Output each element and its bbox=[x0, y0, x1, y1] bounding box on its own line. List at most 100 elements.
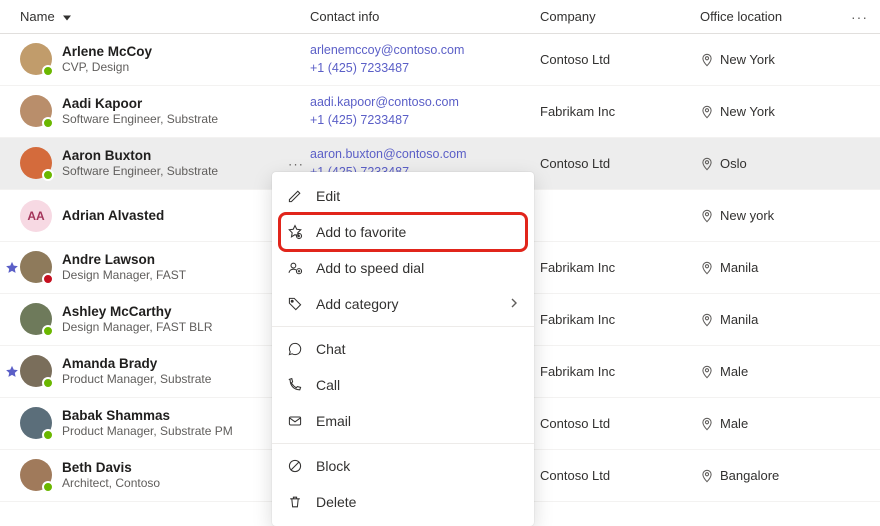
location-icon bbox=[700, 157, 714, 171]
name-cell: Aaron BuxtonSoftware Engineer, Substrate bbox=[20, 147, 310, 180]
name-block: Ashley McCarthyDesign Manager, FAST BLR bbox=[62, 303, 213, 336]
favorite-star-icon bbox=[4, 52, 20, 68]
contact-name: Babak Shammas bbox=[62, 407, 233, 425]
name-cell: Amanda BradyProduct Manager, Substrate bbox=[20, 355, 310, 388]
office-location-text: Manila bbox=[720, 312, 758, 327]
menu-item-email[interactable]: Email bbox=[272, 403, 534, 439]
contact-name: Aaron Buxton bbox=[62, 147, 218, 165]
favorite-star-icon bbox=[4, 468, 20, 484]
contact-title: Design Manager, FAST BLR bbox=[62, 320, 213, 336]
menu-item-chat-label: Chat bbox=[316, 341, 520, 357]
avatar bbox=[20, 303, 52, 335]
column-header-more[interactable]: ··· bbox=[844, 9, 868, 25]
name-cell: AAAdrian Alvasted bbox=[20, 200, 310, 232]
name-block: Babak ShammasProduct Manager, Substrate … bbox=[62, 407, 233, 440]
office-cell: Bangalore bbox=[700, 468, 868, 483]
contact-name: Beth Davis bbox=[62, 459, 160, 477]
table-header: Name Contact info Company Office locatio… bbox=[0, 0, 880, 34]
menu-item-edit[interactable]: Edit bbox=[272, 178, 534, 214]
presence-badge bbox=[42, 273, 54, 285]
name-cell: Aadi KapoorSoftware Engineer, Substrate bbox=[20, 95, 310, 128]
name-cell: Babak ShammasProduct Manager, Substrate … bbox=[20, 407, 310, 440]
name-block: Amanda BradyProduct Manager, Substrate bbox=[62, 355, 211, 388]
column-header-name[interactable]: Name bbox=[20, 9, 310, 24]
contact-phone-link[interactable]: +1 (425) 7233487 bbox=[310, 112, 540, 130]
company-cell: Fabrikam Inc bbox=[540, 104, 700, 119]
menu-item-add-speed-dial[interactable]: Add to speed dial bbox=[272, 250, 534, 286]
menu-item-chat[interactable]: Chat bbox=[272, 331, 534, 367]
contact-title: Architect, Contoso bbox=[62, 476, 160, 492]
menu-item-delete[interactable]: Delete bbox=[272, 484, 534, 520]
name-block: Arlene McCoyCVP, Design bbox=[62, 43, 152, 76]
more-icon: ··· bbox=[851, 9, 868, 25]
contact-title: Software Engineer, Substrate bbox=[62, 164, 218, 180]
menu-item-add-speed-dial-label: Add to speed dial bbox=[316, 260, 520, 276]
name-block: Aaron BuxtonSoftware Engineer, Substrate bbox=[62, 147, 218, 180]
contact-info-cell: arlenemccoy@contoso.com+1 (425) 7233487 bbox=[310, 42, 540, 77]
contact-email-link[interactable]: arlenemccoy@contoso.com bbox=[310, 42, 540, 60]
table-row[interactable]: Arlene McCoyCVP, Design arlenemccoy@conto… bbox=[0, 34, 880, 86]
menu-item-delete-label: Delete bbox=[316, 494, 520, 510]
row-more-button[interactable]: ··· bbox=[280, 156, 304, 171]
contact-phone-link[interactable]: +1 (425) 7233487 bbox=[310, 60, 540, 78]
favorite-star-icon bbox=[4, 156, 20, 172]
column-header-contact-label: Contact info bbox=[310, 9, 379, 24]
office-cell: New York bbox=[700, 52, 868, 67]
presence-badge bbox=[42, 117, 54, 129]
menu-item-add-category[interactable]: Add category bbox=[272, 286, 534, 322]
column-header-company[interactable]: Company bbox=[540, 9, 700, 24]
company-cell: Contoso Ltd bbox=[540, 52, 700, 67]
menu-item-email-label: Email bbox=[316, 413, 520, 429]
favorite-star-icon bbox=[4, 416, 20, 432]
chevron-right-icon bbox=[508, 296, 520, 312]
presence-badge bbox=[42, 377, 54, 389]
menu-item-add-category-label: Add category bbox=[316, 296, 496, 312]
office-cell: Oslo bbox=[700, 156, 868, 171]
menu-item-add-favorite[interactable]: Add to favorite bbox=[272, 214, 534, 250]
menu-item-block[interactable]: Block bbox=[272, 448, 534, 484]
contact-title: Product Manager, Substrate bbox=[62, 372, 211, 388]
menu-separator bbox=[272, 326, 534, 327]
contact-email-link[interactable]: aadi.kapoor@contoso.com bbox=[310, 94, 540, 112]
favorite-star-icon bbox=[4, 312, 20, 328]
name-cell: Arlene McCoyCVP, Design bbox=[20, 43, 310, 76]
presence-badge bbox=[42, 65, 54, 77]
company-cell: Fabrikam Inc bbox=[540, 312, 700, 327]
column-header-office[interactable]: Office location bbox=[700, 9, 844, 24]
menu-item-call-label: Call bbox=[316, 377, 520, 393]
contact-title: Software Engineer, Substrate bbox=[62, 112, 218, 128]
contact-name: Aadi Kapoor bbox=[62, 95, 218, 113]
table-row[interactable]: Aadi KapoorSoftware Engineer, Substrate a… bbox=[0, 86, 880, 138]
avatar bbox=[20, 147, 52, 179]
more-icon: ··· bbox=[288, 156, 304, 171]
tag-icon bbox=[286, 295, 304, 313]
column-header-contact[interactable]: Contact info bbox=[310, 9, 540, 24]
presence-badge bbox=[42, 325, 54, 337]
office-cell: Manila bbox=[700, 260, 868, 275]
name-cell: Beth DavisArchitect, Contoso bbox=[20, 459, 310, 492]
avatar bbox=[20, 43, 52, 75]
column-header-company-label: Company bbox=[540, 9, 596, 24]
contact-title: Design Manager, FAST bbox=[62, 268, 186, 284]
company-cell: Contoso Ltd bbox=[540, 156, 700, 171]
presence-badge bbox=[42, 169, 54, 181]
avatar bbox=[20, 355, 52, 387]
call-icon bbox=[286, 376, 304, 394]
location-icon bbox=[700, 313, 714, 327]
office-cell: Manila bbox=[700, 312, 868, 327]
contact-title: Product Manager, Substrate PM bbox=[62, 424, 233, 440]
contact-info-cell: aadi.kapoor@contoso.com+1 (425) 7233487 bbox=[310, 94, 540, 129]
favorite-star-icon bbox=[4, 364, 20, 380]
contact-email-link[interactable]: aaron.buxton@contoso.com bbox=[310, 146, 540, 164]
name-block: Aadi KapoorSoftware Engineer, Substrate bbox=[62, 95, 218, 128]
menu-item-add-favorite-label: Add to favorite bbox=[316, 224, 520, 240]
delete-icon bbox=[286, 493, 304, 511]
office-location-text: New York bbox=[720, 52, 775, 67]
contact-name: Adrian Alvasted bbox=[62, 207, 164, 225]
sort-arrow-down-icon bbox=[61, 11, 73, 23]
avatar bbox=[20, 251, 52, 283]
column-header-name-label: Name bbox=[20, 9, 55, 24]
office-location-text: Manila bbox=[720, 260, 758, 275]
menu-item-call[interactable]: Call bbox=[272, 367, 534, 403]
name-cell: Ashley McCarthyDesign Manager, FAST BLR bbox=[20, 303, 310, 336]
